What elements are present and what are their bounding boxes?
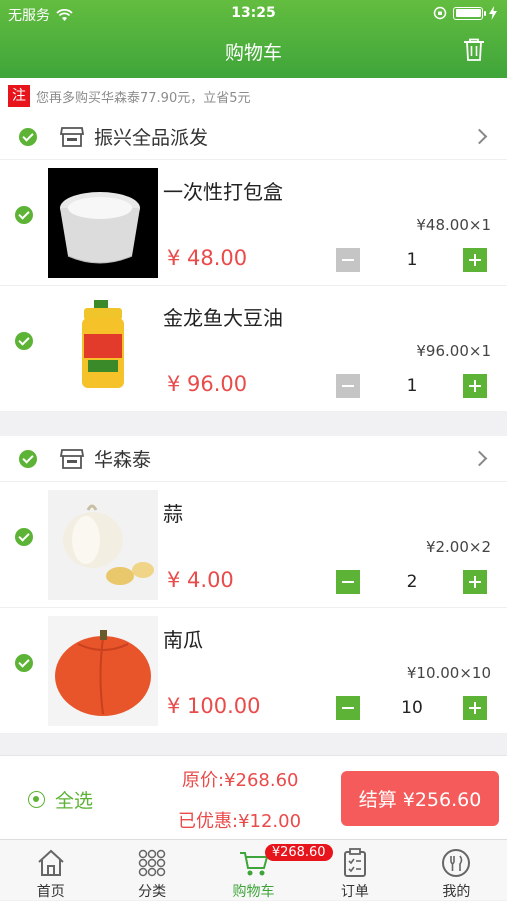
tab-cart[interactable]: ¥268.60 购物车: [203, 840, 333, 900]
promo-notice: 注 您再多购买华森泰77.90元，立省5元: [0, 78, 507, 114]
item-unit-price: ¥48.00×1: [416, 216, 491, 234]
minus-button[interactable]: [336, 248, 360, 272]
tab-label: 订单: [340, 884, 369, 900]
item-price: ¥ 96.00: [167, 372, 248, 396]
shop-icon: [60, 448, 84, 469]
status-bar: 无服务 13:25: [0, 0, 507, 28]
chevron-right-icon[interactable]: [471, 450, 488, 467]
clipboard-icon: [343, 848, 366, 877]
store-header[interactable]: 华森泰: [0, 436, 507, 482]
item-check-icon[interactable]: [15, 332, 33, 350]
notice-text: 您再多购买华森泰77.90元，立省5元: [36, 90, 251, 106]
tab-home[interactable]: 首页: [0, 840, 101, 900]
item-unit-price: ¥10.00×10: [406, 664, 491, 682]
store-section: 华森泰 蒜 ¥2.00×2 ¥ 4.00 2 南瓜 ¥10.00×10 ¥ 10…: [0, 436, 507, 734]
plus-button[interactable]: [463, 696, 487, 720]
item-name: 一次性打包盒: [163, 180, 283, 204]
chevron-right-icon[interactable]: [471, 128, 488, 145]
tab-bar: 首页 分类 ¥268.60 购物车 订单 我的: [0, 839, 507, 900]
item-quantity[interactable]: 2: [380, 572, 444, 592]
item-unit-price: ¥96.00×1: [416, 342, 491, 360]
item-price: ¥ 100.00: [167, 694, 261, 718]
status-time: 13:25: [231, 5, 276, 21]
tab-label: 购物车: [232, 884, 275, 900]
product-image: [48, 616, 158, 726]
notice-tag: 注: [8, 85, 30, 107]
item-quantity[interactable]: 1: [380, 250, 444, 270]
plus-button[interactable]: [463, 248, 487, 272]
product-image: [48, 490, 158, 600]
radio-icon[interactable]: [28, 791, 45, 808]
product-image: [48, 168, 158, 278]
item-check-icon[interactable]: [15, 528, 33, 546]
item-price: ¥ 48.00: [167, 246, 248, 270]
charging-icon: [489, 6, 497, 20]
item-quantity[interactable]: 1: [380, 376, 444, 396]
item-check-icon[interactable]: [15, 206, 33, 224]
cart-item: 一次性打包盒 ¥48.00×1 ¥ 48.00 1: [0, 160, 507, 286]
trash-icon[interactable]: [463, 38, 485, 62]
item-price: ¥ 4.00: [167, 568, 234, 592]
store-name: 振兴全品派发: [94, 127, 209, 149]
tab-orders[interactable]: 订单: [304, 840, 405, 900]
item-name: 蒜: [163, 502, 183, 526]
tab-mine[interactable]: 我的: [406, 840, 507, 900]
plus-button[interactable]: [463, 570, 487, 594]
cart-item: 南瓜 ¥10.00×10 ¥ 100.00 10: [0, 608, 507, 734]
battery-icon: [453, 6, 486, 20]
tab-label: 首页: [36, 884, 65, 900]
cart-item: 蒜 ¥2.00×2 ¥ 4.00 2: [0, 482, 507, 608]
grid-icon: [138, 849, 166, 877]
cart-item: 金龙鱼大豆油 ¥96.00×1 ¥ 96.00 1: [0, 286, 507, 412]
item-unit-price: ¥2.00×2: [425, 538, 491, 556]
minus-button[interactable]: [336, 696, 360, 720]
orientation-lock-icon: [433, 6, 447, 20]
item-quantity[interactable]: 10: [380, 698, 444, 718]
checkout-button[interactable]: 结算 ¥256.60: [341, 771, 499, 826]
tab-label: 分类: [138, 884, 167, 900]
tab-label: 我的: [442, 884, 471, 900]
item-name: 金龙鱼大豆油: [163, 306, 283, 330]
nav-header: 无服务 13:25 购物车: [0, 0, 507, 78]
page-title: 购物车: [224, 42, 282, 64]
user-icon: [442, 849, 471, 877]
store-check-icon[interactable]: [19, 127, 37, 146]
plus-button[interactable]: [463, 374, 487, 398]
item-check-icon[interactable]: [15, 654, 33, 672]
minus-button[interactable]: [336, 374, 360, 398]
select-all-label: 全选: [55, 790, 94, 812]
shop-icon: [60, 126, 84, 147]
store-check-icon[interactable]: [19, 449, 37, 468]
store-section: 振兴全品派发 一次性打包盒 ¥48.00×1 ¥ 48.00 1 金龙鱼大豆油 …: [0, 114, 507, 412]
original-price: 原价:¥268.60: [182, 770, 299, 791]
store-header[interactable]: 振兴全品派发: [0, 114, 507, 160]
home-icon: [38, 849, 64, 876]
tab-category[interactable]: 分类: [101, 840, 202, 900]
cart-summary: 全选 原价:¥268.60 已优惠:¥12.00 结算 ¥256.60: [0, 755, 507, 839]
select-all-toggle[interactable]: 全选: [28, 786, 93, 813]
product-image: [48, 294, 158, 404]
store-name: 华森泰: [94, 449, 152, 471]
discount-amount: 已优惠:¥12.00: [178, 811, 302, 832]
item-name: 南瓜: [163, 628, 203, 652]
minus-button[interactable]: [336, 570, 360, 594]
